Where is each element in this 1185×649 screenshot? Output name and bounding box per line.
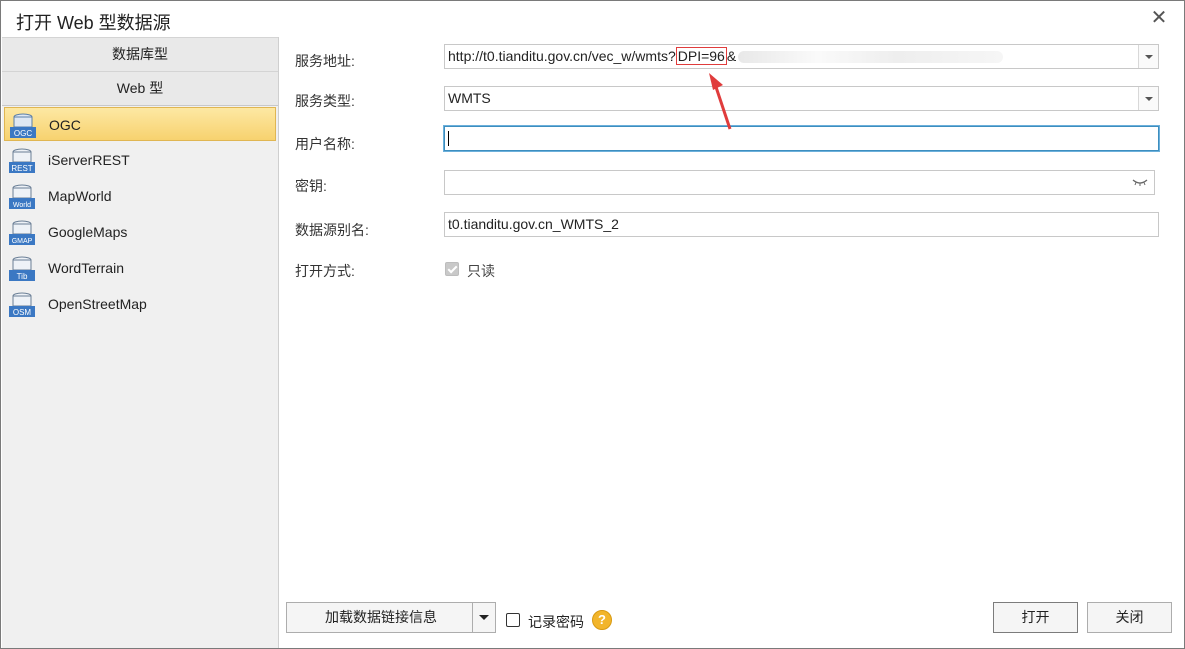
tab-web-type[interactable]: Web 型 bbox=[2, 71, 278, 106]
chevron-down-icon[interactable] bbox=[1138, 87, 1158, 110]
help-icon[interactable]: ? bbox=[592, 610, 612, 630]
svg-text:OSM: OSM bbox=[13, 308, 32, 317]
world-db-icon: World bbox=[9, 184, 35, 209]
username-input[interactable] bbox=[444, 126, 1159, 151]
key-password-input[interactable] bbox=[444, 170, 1155, 195]
gmap-db-icon: GMAP bbox=[9, 220, 35, 245]
sidebar: 数据库型 Web 型 OGC OGC REST iServerREST Worl… bbox=[2, 37, 279, 648]
sidebar-item-iserverrest[interactable]: REST iServerREST bbox=[4, 143, 276, 177]
service-url-combobox[interactable]: http://t0.tianditu.gov.cn/vec_w/wmts? DPI… bbox=[444, 44, 1159, 69]
sidebar-item-label: WordTerrain bbox=[48, 260, 124, 276]
svg-text:REST: REST bbox=[11, 164, 32, 173]
osm-db-icon: OSM bbox=[9, 292, 35, 317]
load-connection-info-button[interactable]: 加载数据链接信息 bbox=[286, 602, 496, 633]
ogc-db-icon: OGC bbox=[10, 113, 36, 138]
redacted-text bbox=[738, 51, 1004, 64]
sidebar-item-ogc[interactable]: OGC OGC bbox=[4, 107, 276, 141]
svg-text:Tib: Tib bbox=[17, 272, 28, 281]
sidebar-item-openstreetmap[interactable]: OSM OpenStreetMap bbox=[4, 287, 276, 321]
sidebar-item-googlemaps[interactable]: GMAP GoogleMaps bbox=[4, 215, 276, 249]
annotation-arrow-icon bbox=[709, 73, 732, 130]
service-type-value: WMTS bbox=[448, 90, 491, 106]
open-mode-label: 打开方式: bbox=[295, 263, 355, 279]
key-label: 密钥: bbox=[295, 178, 327, 194]
sidebar-item-label: OpenStreetMap bbox=[48, 296, 147, 312]
close-button[interactable]: 关闭 bbox=[1087, 602, 1172, 633]
service-type-select[interactable]: WMTS bbox=[444, 86, 1159, 111]
username-label: 用户名称: bbox=[295, 136, 355, 152]
close-icon[interactable]: ✕ bbox=[1146, 6, 1172, 32]
alias-label: 数据源别名: bbox=[295, 222, 369, 238]
service-url-prefix: http://t0.tianditu.gov.cn/vec_w/wmts? bbox=[448, 48, 676, 64]
svg-text:GMAP: GMAP bbox=[12, 238, 33, 245]
tib-db-icon: Tib bbox=[9, 256, 35, 281]
eye-hidden-icon[interactable] bbox=[1132, 177, 1148, 187]
sidebar-item-label: OGC bbox=[49, 117, 81, 133]
sidebar-item-wordterrain[interactable]: Tib WordTerrain bbox=[4, 251, 276, 285]
svg-text:OGC: OGC bbox=[14, 129, 32, 138]
svg-text:World: World bbox=[13, 202, 31, 209]
chevron-down-icon[interactable] bbox=[1138, 45, 1158, 68]
readonly-checkbox[interactable] bbox=[445, 262, 459, 276]
service-type-label: 服务类型: bbox=[295, 93, 355, 109]
tab-database-type[interactable]: 数据库型 bbox=[2, 37, 278, 72]
chevron-down-icon[interactable] bbox=[472, 603, 495, 632]
remember-password-label: 记录密码 bbox=[528, 614, 584, 630]
dpi-highlight-box: DPI=96 bbox=[675, 47, 727, 65]
sidebar-item-mapworld[interactable]: World MapWorld bbox=[4, 179, 276, 213]
text-caret bbox=[448, 131, 449, 146]
service-url-suffix: & bbox=[726, 48, 737, 64]
sidebar-item-label: iServerREST bbox=[48, 152, 130, 168]
sidebar-item-label: GoogleMaps bbox=[48, 224, 128, 240]
open-button[interactable]: 打开 bbox=[993, 602, 1078, 633]
readonly-label: 只读 bbox=[467, 263, 495, 279]
remember-password-checkbox[interactable] bbox=[506, 613, 520, 627]
sidebar-item-label: MapWorld bbox=[48, 188, 112, 204]
title-bar: 打开 Web 型数据源 ✕ bbox=[1, 1, 1184, 37]
rest-db-icon: REST bbox=[9, 148, 35, 173]
window-title: 打开 Web 型数据源 bbox=[16, 13, 171, 33]
service-url-label: 服务地址: bbox=[295, 53, 355, 69]
dialog-window: 打开 Web 型数据源 ✕ 数据库型 Web 型 OGC OGC REST iS… bbox=[0, 0, 1185, 649]
alias-input[interactable]: t0.tianditu.gov.cn_WMTS_2 bbox=[444, 212, 1159, 237]
